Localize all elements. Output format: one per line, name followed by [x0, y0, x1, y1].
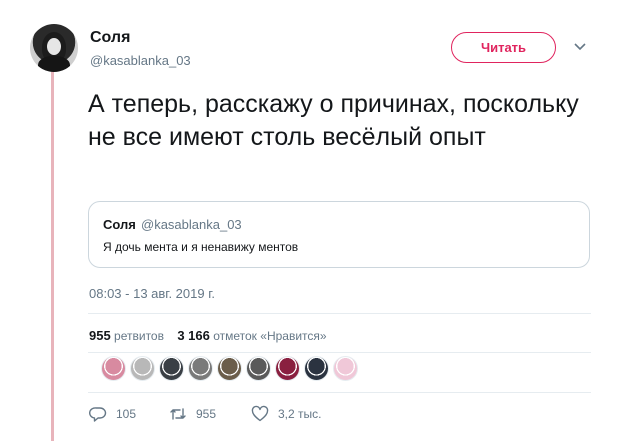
retweet-button[interactable]: 955	[169, 405, 251, 423]
reply-icon	[89, 407, 107, 422]
liker-avatar[interactable]	[159, 356, 184, 381]
author-display-name[interactable]: Соля	[90, 29, 130, 47]
liker-avatar[interactable]	[275, 356, 300, 381]
retweets-count: 955	[89, 328, 111, 343]
thread-line	[51, 70, 54, 441]
follow-button[interactable]: Читать	[451, 32, 556, 63]
liker-avatar[interactable]	[130, 356, 155, 381]
likes-label: отметок «Нравится»	[213, 329, 327, 343]
liker-avatar[interactable]	[188, 356, 213, 381]
liker-avatar[interactable]	[217, 356, 242, 381]
tweet-timestamp[interactable]: 08:03 - 13 авг. 2019 г.	[89, 286, 215, 301]
tweet-actions: 105 955 3,2 тыс.	[89, 405, 321, 423]
likes-count: 3 166	[177, 328, 210, 343]
divider	[88, 392, 591, 393]
chevron-down-icon[interactable]	[574, 42, 586, 52]
divider	[88, 352, 591, 353]
liker-avatar[interactable]	[333, 356, 358, 381]
liker-avatar[interactable]	[246, 356, 271, 381]
tweet-text: А теперь, расскажу о причинах, поскольку…	[88, 90, 579, 151]
quoted-tweet-text: Я дочь мента и я ненавижу ментов	[103, 240, 299, 254]
retweet-icon	[170, 408, 186, 420]
retweet-count: 955	[196, 407, 217, 421]
quoted-author-name: Соля	[103, 217, 136, 232]
retweets-label: ретвитов	[114, 329, 164, 343]
quoted-author-handle: @kasablanka_03	[141, 217, 242, 232]
tweet-stats: 955 ретвитов 3 166 отметок «Нравится»	[89, 328, 327, 343]
retweets-stat[interactable]: 955 ретвитов	[89, 328, 164, 343]
liker-avatar[interactable]	[304, 356, 329, 381]
heart-icon	[251, 405, 269, 422]
liked-by-avatars	[101, 356, 358, 381]
reply-count: 105	[116, 407, 137, 421]
likes-stat[interactable]: 3 166 отметок «Нравится»	[177, 328, 327, 343]
liker-avatar[interactable]	[101, 356, 126, 381]
avatar[interactable]	[30, 24, 78, 72]
quoted-tweet[interactable]: Соля @kasablanka_03 Я дочь мента и я нен…	[88, 201, 590, 268]
divider	[88, 313, 591, 314]
like-count: 3,2 тыс.	[278, 407, 322, 421]
like-button[interactable]: 3,2 тыс.	[251, 405, 321, 423]
author-handle[interactable]: @kasablanka_03	[90, 53, 191, 68]
reply-button[interactable]: 105	[89, 405, 169, 423]
